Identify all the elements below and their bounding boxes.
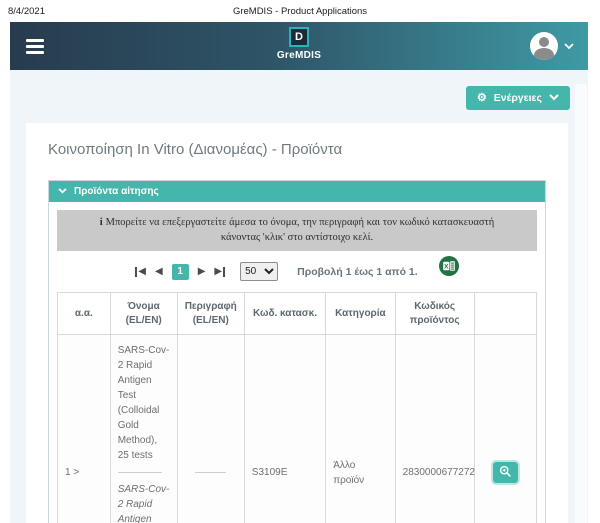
app-logo-icon: D bbox=[289, 27, 309, 47]
info-icon: i bbox=[100, 217, 103, 228]
menu-icon[interactable] bbox=[26, 36, 44, 57]
column-header-manufacturer-code: Κωδ. κατασκ. bbox=[244, 293, 325, 335]
magnifier-zoom-icon bbox=[499, 465, 512, 481]
content-card: Κοινοποίηση In Vitro (Διανομέας) - Προϊό… bbox=[26, 123, 568, 523]
products-panel-header[interactable]: Προϊόντα αίτησης bbox=[49, 181, 545, 202]
print-document-title: GreMDIS - Product Applications bbox=[0, 6, 600, 17]
pagination-summary: Προβολή 1 έως 1 από 1. bbox=[297, 266, 418, 278]
products-panel-title: Προϊόντα αίτησης bbox=[74, 186, 159, 197]
products-panel-body: iΜπορείτε να επεξεργαστείτε άμεσα το όνο… bbox=[49, 202, 545, 523]
print-header: 8/4/2021 GreMDIS - Product Applications bbox=[0, 0, 600, 22]
column-header-actions bbox=[474, 293, 536, 335]
pagination-last-button[interactable]: ▶ bbox=[214, 267, 225, 277]
column-header-description: Περιγραφή (EL/EN) bbox=[177, 293, 244, 335]
user-menu[interactable] bbox=[530, 22, 574, 70]
pagination-first-button[interactable]: ◀ bbox=[135, 267, 146, 277]
pagination-current-page[interactable]: 1 bbox=[172, 264, 189, 280]
cell-description[interactable] bbox=[177, 335, 244, 523]
column-header-index: α.α. bbox=[58, 293, 111, 335]
cell-category: Άλλο προϊόν bbox=[326, 335, 395, 523]
export-excel-icon[interactable]: X bbox=[439, 256, 459, 281]
cell-index: 1 > bbox=[58, 335, 111, 523]
chevron-down-icon bbox=[564, 37, 574, 55]
actions-button-label: Ενέργειες bbox=[494, 92, 542, 104]
table-header-row: α.α. Όνομα (EL/EN) Περιγραφή (EL/EN) Κωδ… bbox=[58, 293, 537, 335]
cell-name[interactable]: SARS-Cov-2 Rapid Antigen Test (Colloidal… bbox=[110, 335, 177, 523]
scrollbar-track[interactable] bbox=[575, 84, 587, 523]
column-header-product-code: Κωδικός προϊόντος bbox=[395, 293, 474, 335]
app-brand-name: GreMDIS bbox=[277, 50, 321, 61]
cell-product-code: 2830000677272 bbox=[395, 335, 474, 523]
column-header-category: Κατηγορία bbox=[326, 293, 395, 335]
gears-icon: ⚙ bbox=[477, 93, 487, 104]
chevron-down-icon bbox=[549, 92, 559, 104]
product-name-en[interactable]: SARS-Cov-2 Rapid Antigen Test (Colloidal… bbox=[118, 482, 170, 523]
divider bbox=[195, 472, 226, 473]
page-title: Κοινοποίηση In Vitro (Διανομέας) - Προϊό… bbox=[48, 141, 554, 158]
products-table: α.α. Όνομα (EL/EN) Περιγραφή (EL/EN) Κωδ… bbox=[57, 292, 537, 523]
view-details-button[interactable] bbox=[493, 462, 518, 483]
product-name-el[interactable]: SARS-Cov-2 Rapid Antigen Test (Colloidal… bbox=[118, 343, 170, 463]
page-size-select[interactable]: 50 bbox=[240, 262, 278, 281]
avatar[interactable] bbox=[530, 32, 558, 60]
pagination-next-button[interactable]: ▶ bbox=[198, 267, 206, 277]
app-brand: D GreMDIS bbox=[10, 27, 588, 61]
table-row: 1 > SARS-Cov-2 Rapid Antigen Test (Collo… bbox=[58, 335, 537, 523]
products-panel: Προϊόντα αίτησης iΜπορείτε να επεξεργαστ… bbox=[48, 180, 546, 523]
pagination: ◀ ◀ 1 ▶ ▶ 50 Προβολή 1 έως 1 από 1. X bbox=[57, 251, 537, 290]
info-message: iΜπορείτε να επεξεργαστείτε άμεσα το όνο… bbox=[57, 210, 537, 251]
info-message-text: Μπορείτε να επεξεργαστείτε άμεσα το όνομ… bbox=[106, 217, 495, 243]
actions-row: ⚙ Ενέργειες bbox=[10, 70, 588, 110]
actions-button[interactable]: ⚙ Ενέργειες bbox=[466, 86, 570, 110]
top-navbar: D GreMDIS bbox=[10, 22, 588, 70]
app-container: D GreMDIS ⚙ Ενέργειες Κοινοποίηση In Vit… bbox=[10, 22, 588, 523]
divider bbox=[118, 472, 162, 473]
cell-manufacturer-code[interactable]: S3109E bbox=[244, 335, 325, 523]
pagination-prev-button[interactable]: ◀ bbox=[155, 267, 163, 277]
cell-actions bbox=[474, 335, 536, 523]
svg-text:X: X bbox=[444, 264, 449, 271]
chevron-down-icon bbox=[58, 186, 67, 197]
column-header-name: Όνομα (EL/EN) bbox=[110, 293, 177, 335]
